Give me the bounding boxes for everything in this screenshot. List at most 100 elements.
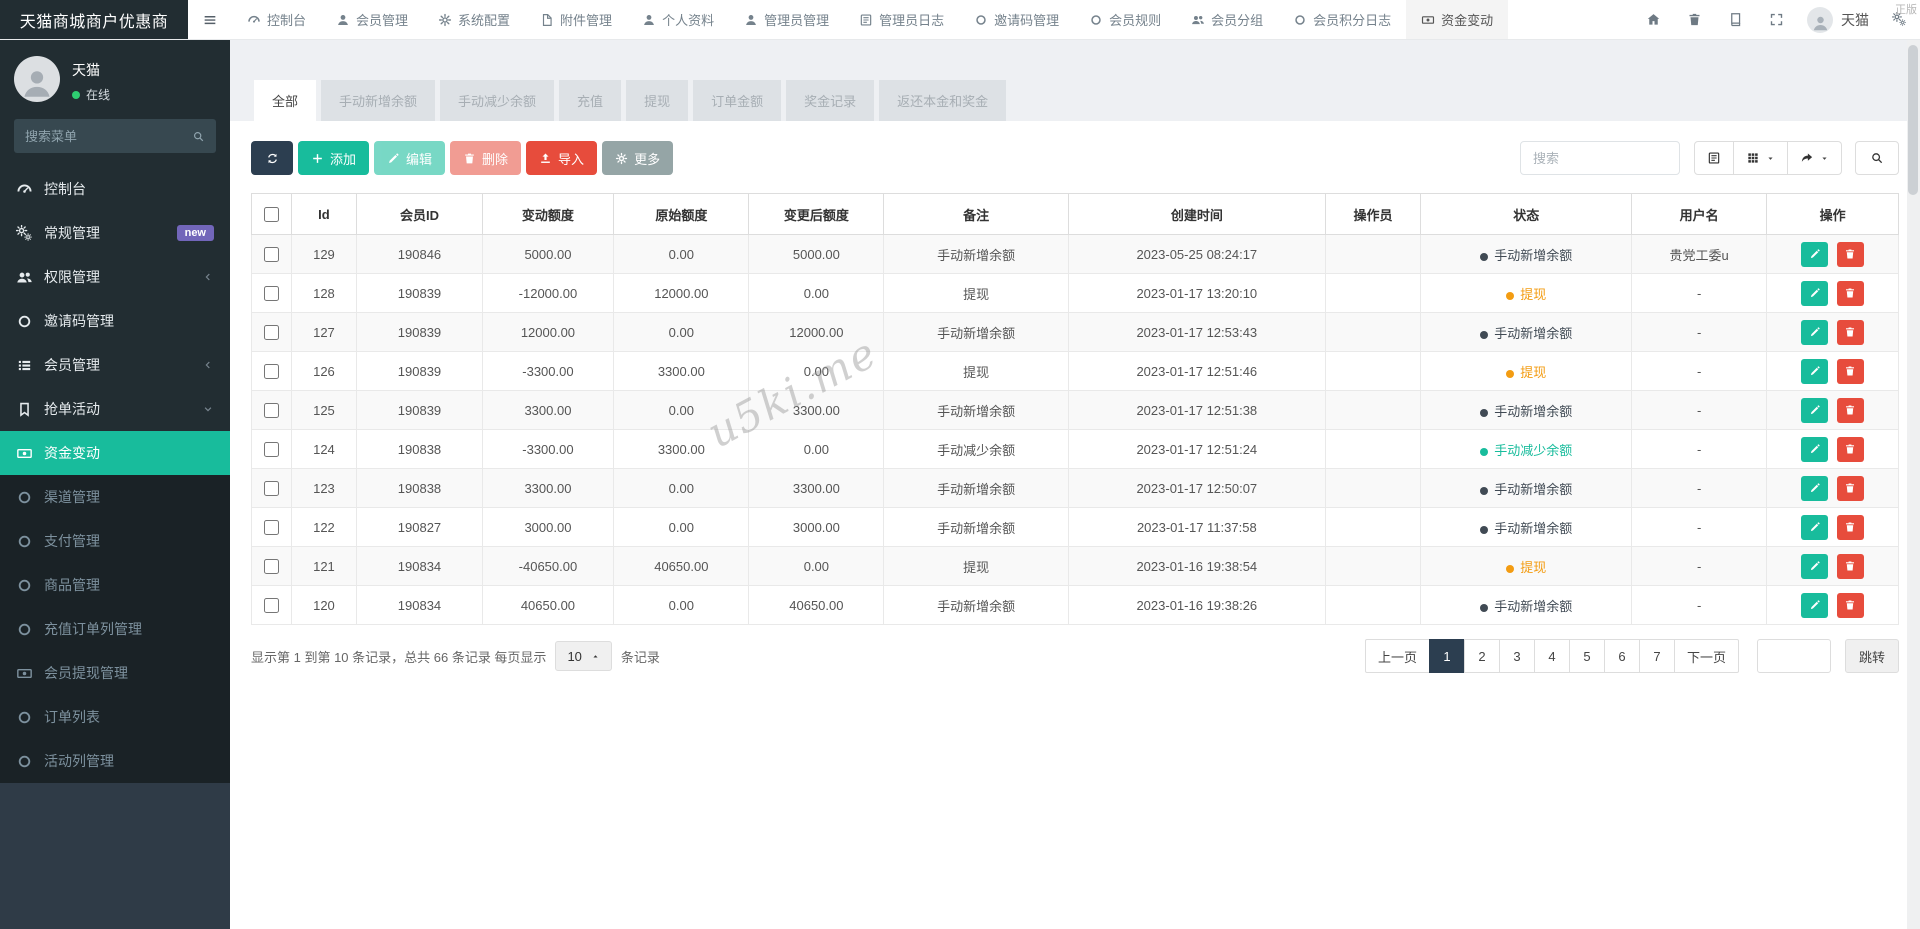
sidebar-item[interactable]: 权限管理 <box>0 255 230 299</box>
clear-cache-button[interactable] <box>1674 0 1715 39</box>
row-delete-button[interactable] <box>1837 476 1864 501</box>
pagination-page[interactable]: 3 <box>1499 639 1535 673</box>
row-delete-button[interactable] <box>1837 554 1864 579</box>
log-button[interactable] <box>1715 0 1756 39</box>
table-search-input[interactable] <box>1520 141 1680 175</box>
row-delete-button[interactable] <box>1837 320 1864 345</box>
topnav-item[interactable]: 会员管理 <box>321 0 423 39</box>
row-edit-button[interactable] <box>1801 398 1828 423</box>
pagination-page[interactable]: 7 <box>1639 639 1675 673</box>
add-button[interactable]: 添加 <box>298 141 369 175</box>
tab[interactable]: 返还本金和奖金 <box>879 80 1006 121</box>
sidebar-item[interactable]: 邀请码管理 <box>0 299 230 343</box>
topnav-item[interactable]: 附件管理 <box>525 0 627 39</box>
delete-button[interactable]: 删除 <box>450 141 521 175</box>
scrollbar-thumb[interactable] <box>1908 45 1918 195</box>
topnav-item[interactable]: 控制台 <box>232 0 321 39</box>
topnav-item[interactable]: 系统配置 <box>423 0 525 39</box>
row-edit-button[interactable] <box>1801 515 1828 540</box>
search-submit-button[interactable] <box>1855 141 1899 175</box>
sidebar-item[interactable]: 活动列管理 <box>0 739 230 783</box>
sidebar-item[interactable]: 抢单活动 <box>0 387 230 431</box>
table-row[interactable]: 126 190839 -3300.00 3300.00 0.00 提现 2023… <box>252 352 1899 391</box>
row-delete-button[interactable] <box>1837 398 1864 423</box>
pagination-prev[interactable]: 上一页 <box>1365 639 1430 673</box>
row-delete-button[interactable] <box>1837 593 1864 618</box>
export-button[interactable] <box>1788 141 1842 175</box>
row-checkbox[interactable] <box>264 403 279 418</box>
table-row[interactable]: 124 190838 -3300.00 3300.00 0.00 手动减少余额 … <box>252 430 1899 469</box>
row-delete-button[interactable] <box>1837 359 1864 384</box>
sidebar-item[interactable]: 资金变动 <box>0 431 230 475</box>
row-delete-button[interactable] <box>1837 242 1864 267</box>
table-row[interactable]: 129 190846 5000.00 0.00 5000.00 手动新增余额 2… <box>252 235 1899 274</box>
row-delete-button[interactable] <box>1837 437 1864 462</box>
row-checkbox[interactable] <box>264 520 279 535</box>
columns-button[interactable] <box>1734 141 1788 175</box>
table-row[interactable]: 122 190827 3000.00 0.00 3000.00 手动新增余额 2… <box>252 508 1899 547</box>
sidebar-item[interactable]: 会员提现管理 <box>0 651 230 695</box>
topnav-item[interactable]: 会员分组 <box>1176 0 1278 39</box>
pagination-page[interactable]: 5 <box>1569 639 1605 673</box>
table-row[interactable]: 121 190834 -40650.00 40650.00 0.00 提现 20… <box>252 547 1899 586</box>
table-row[interactable]: 128 190839 -12000.00 12000.00 0.00 提现 20… <box>252 274 1899 313</box>
topnav-item[interactable]: 会员积分日志 <box>1278 0 1406 39</box>
tab[interactable]: 提现 <box>626 80 688 121</box>
fullscreen-button[interactable] <box>1756 0 1797 39</box>
topnav-item[interactable]: 会员规则 <box>1074 0 1176 39</box>
row-edit-button[interactable] <box>1801 476 1828 501</box>
sidebar-item[interactable]: 控制台 <box>0 167 230 211</box>
row-delete-button[interactable] <box>1837 515 1864 540</box>
sidebar-item[interactable]: 订单列表 <box>0 695 230 739</box>
table-row[interactable]: 120 190834 40650.00 0.00 40650.00 手动新增余额… <box>252 586 1899 625</box>
detail-view-button[interactable] <box>1694 141 1734 175</box>
topnav-item[interactable]: 个人资料 <box>627 0 729 39</box>
table-row[interactable]: 125 190839 3300.00 0.00 3300.00 手动新增余额 2… <box>252 391 1899 430</box>
import-button[interactable]: 导入 <box>526 141 597 175</box>
sidebar-item[interactable]: 常规管理 new <box>0 211 230 255</box>
tab[interactable]: 手动减少余额 <box>440 80 554 121</box>
sidebar-item[interactable]: 充值订单列管理 <box>0 607 230 651</box>
row-checkbox[interactable] <box>264 442 279 457</box>
topnav-item[interactable]: 管理员日志 <box>844 0 959 39</box>
row-checkbox[interactable] <box>264 325 279 340</box>
scrollbar[interactable] <box>1907 40 1920 929</box>
row-checkbox[interactable] <box>264 598 279 613</box>
row-edit-button[interactable] <box>1801 281 1828 306</box>
row-checkbox[interactable] <box>264 286 279 301</box>
more-button[interactable]: 更多 <box>602 141 673 175</box>
sidebar-item[interactable]: 渠道管理 <box>0 475 230 519</box>
table-row[interactable]: 123 190838 3300.00 0.00 3300.00 手动新增余额 2… <box>252 469 1899 508</box>
refresh-button[interactable] <box>251 141 293 175</box>
row-delete-button[interactable] <box>1837 281 1864 306</box>
topnav-item[interactable]: 邀请码管理 <box>959 0 1074 39</box>
sidebar-search-input[interactable] <box>25 129 192 144</box>
row-checkbox[interactable] <box>264 559 279 574</box>
topnav-item[interactable]: 资金变动 <box>1406 0 1508 39</box>
sidebar-item[interactable]: 商品管理 <box>0 563 230 607</box>
table-row[interactable]: 127 190839 12000.00 0.00 12000.00 手动新增余额… <box>252 313 1899 352</box>
jump-button[interactable]: 跳转 <box>1845 639 1899 673</box>
pagination-page[interactable]: 2 <box>1464 639 1500 673</box>
row-edit-button[interactable] <box>1801 320 1828 345</box>
select-all-checkbox[interactable] <box>264 207 279 222</box>
edit-button[interactable]: 编辑 <box>374 141 445 175</box>
sidebar-item[interactable]: 支付管理 <box>0 519 230 563</box>
tab[interactable]: 手动新增余额 <box>321 80 435 121</box>
pagination-page[interactable]: 6 <box>1604 639 1640 673</box>
row-edit-button[interactable] <box>1801 554 1828 579</box>
page-size-dropdown[interactable]: 10 <box>555 641 611 671</box>
tab[interactable]: 奖金记录 <box>786 80 874 121</box>
tab[interactable]: 充值 <box>559 80 621 121</box>
sidebar-item[interactable]: 会员管理 <box>0 343 230 387</box>
pagination-page[interactable]: 4 <box>1534 639 1570 673</box>
topbar-user-menu[interactable]: 天猫 <box>1797 0 1879 39</box>
pagination-next[interactable]: 下一页 <box>1674 639 1739 673</box>
jump-page-input[interactable] <box>1757 639 1831 673</box>
topnav-item[interactable]: 管理员管理 <box>729 0 844 39</box>
pagination-page[interactable]: 1 <box>1429 639 1465 673</box>
tab[interactable]: 全部 <box>254 80 316 121</box>
tab[interactable]: 订单金额 <box>693 80 781 121</box>
row-edit-button[interactable] <box>1801 437 1828 462</box>
sidebar-toggle-button[interactable] <box>188 0 232 39</box>
